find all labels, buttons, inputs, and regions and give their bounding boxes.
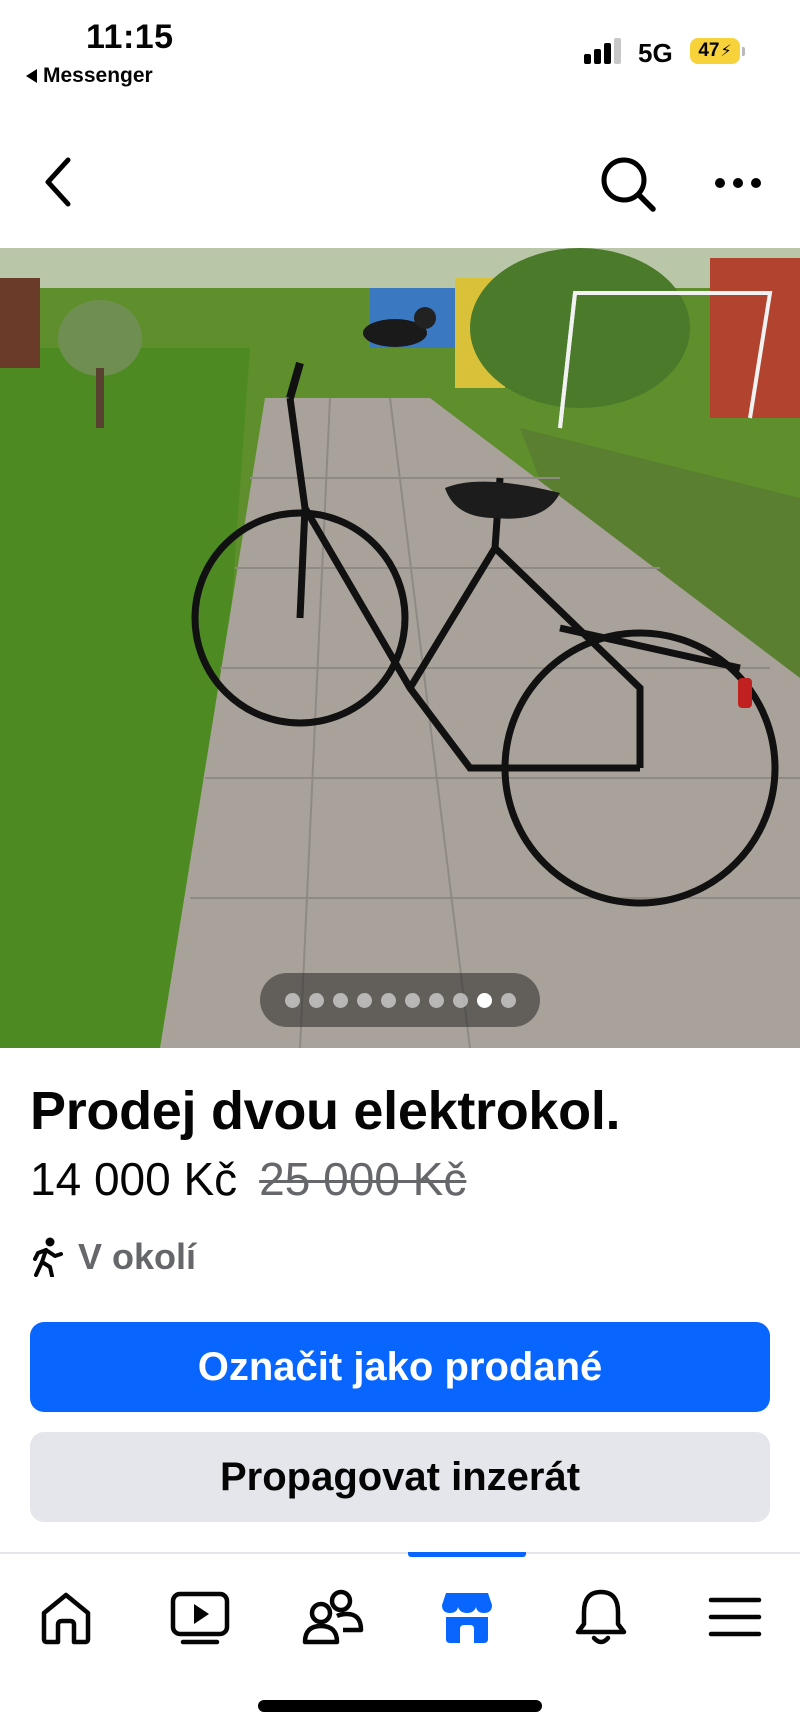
menu-icon: [708, 1597, 762, 1637]
video-icon: [170, 1591, 230, 1645]
page-dot-active[interactable]: [476, 992, 492, 1008]
page-dot[interactable]: [500, 992, 516, 1008]
page-dot[interactable]: [284, 992, 300, 1008]
more-horizontal-icon[interactable]: [712, 168, 764, 198]
original-price: 25 000 Kč: [259, 1153, 467, 1205]
mark-as-sold-button[interactable]: Označit jako prodané: [30, 1322, 770, 1412]
notifications-icon: [575, 1589, 627, 1645]
status-bar: 11:15 Messenger 5G 47 ⚡: [0, 0, 800, 100]
page-dot[interactable]: [380, 992, 396, 1008]
network-type: 5G: [638, 38, 673, 68]
listing-title: Prodej dvou elektrokol.: [30, 1081, 621, 1141]
charging-bolt-icon: ⚡: [720, 43, 732, 60]
page-dot[interactable]: [308, 992, 324, 1008]
current-price: 14 000 Kč: [30, 1153, 238, 1205]
tab-menu[interactable]: [700, 1582, 770, 1652]
status-time: 11:15: [86, 18, 174, 56]
back-app-label: Messenger: [43, 64, 153, 87]
battery-indicator: 47 ⚡: [690, 38, 745, 64]
battery-level: 47: [698, 40, 720, 61]
top-navigation: [0, 130, 800, 230]
tab-friends[interactable]: [298, 1582, 368, 1652]
friends-icon: [302, 1589, 364, 1645]
cellular-signal-icon: [584, 38, 621, 64]
tab-marketplace[interactable]: [432, 1582, 502, 1652]
chevron-left-icon[interactable]: [38, 152, 78, 212]
home-icon: [41, 1592, 91, 1645]
active-tab-indicator: [408, 1552, 526, 1557]
back-triangle-icon: [26, 69, 37, 83]
tab-notifications[interactable]: [566, 1582, 636, 1652]
photo-pagination: [260, 973, 540, 1027]
page-dot[interactable]: [404, 992, 420, 1008]
price-row: 14 000 Kč 25 000 Kč: [30, 1152, 466, 1206]
page-dot[interactable]: [452, 992, 468, 1008]
walking-person-icon: [33, 1237, 63, 1277]
marketplace-icon: [442, 1593, 492, 1643]
back-to-app-link[interactable]: Messenger: [26, 64, 153, 88]
location-row: V okolí: [30, 1236, 196, 1278]
bicycle-photo-illustration: [0, 248, 800, 1048]
home-indicator[interactable]: [258, 1700, 542, 1712]
listing-photo[interactable]: [0, 248, 800, 1048]
location-label: V okolí: [78, 1236, 197, 1277]
tab-home[interactable]: [31, 1582, 101, 1652]
tab-video[interactable]: [165, 1582, 235, 1652]
page-dot[interactable]: [356, 992, 372, 1008]
promote-listing-button[interactable]: Propagovat inzerát: [30, 1432, 770, 1522]
page-dot[interactable]: [428, 992, 444, 1008]
bottom-tab-bar: [0, 1552, 800, 1686]
search-icon[interactable]: [598, 154, 658, 214]
page-dot[interactable]: [332, 992, 348, 1008]
